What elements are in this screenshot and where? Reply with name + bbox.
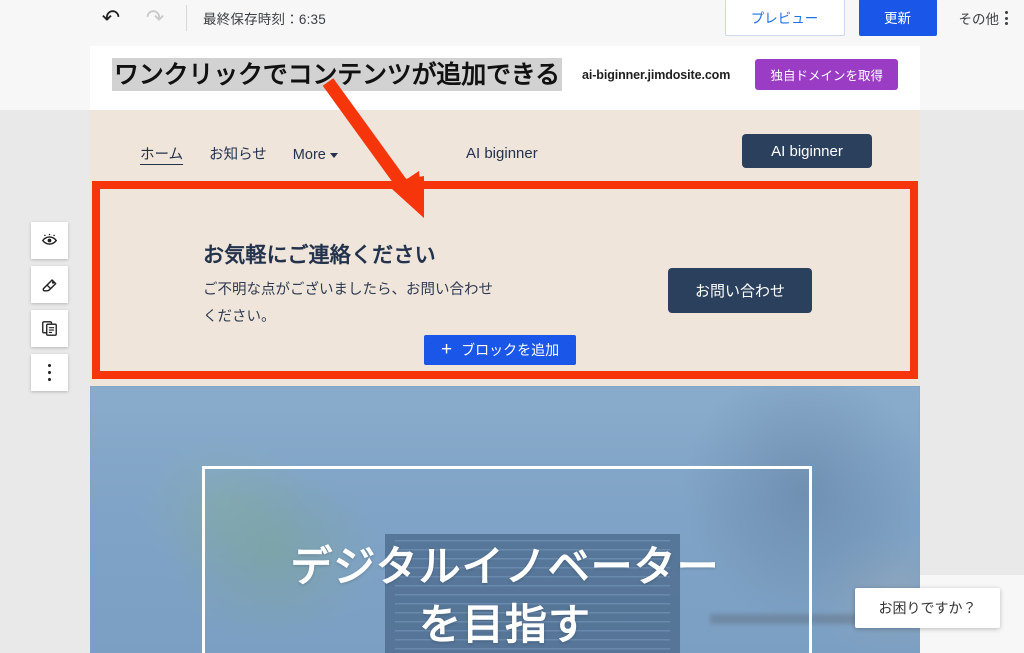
get-custom-domain-button[interactable]: 独自ドメインを取得 — [755, 59, 898, 90]
nav-item-home[interactable]: ホーム — [140, 143, 183, 164]
more-menu-label: その他 — [958, 12, 1000, 27]
right-gutter — [920, 110, 1024, 575]
style-palette-button[interactable] — [31, 266, 68, 303]
chevron-down-icon — [329, 152, 338, 158]
redo-arrow-icon[interactable]: ↷ — [140, 3, 170, 33]
nav-item-more[interactable]: More — [293, 147, 338, 163]
toolbar-divider — [186, 5, 187, 31]
site-url-label: ai-biginner.jimdosite.com — [582, 68, 731, 82]
more-vertical-icon — [1005, 11, 1008, 25]
element-tool-rail — [31, 222, 68, 398]
add-block-label: ブロックを追加 — [461, 342, 560, 358]
nav-item-news[interactable]: お知らせ — [209, 143, 267, 164]
nav-item-more-label: More — [292, 147, 326, 163]
contact-description: ご不明な点がございましたら、お問い合わせください。 — [203, 282, 493, 325]
hero-headline-line2: を目指す — [418, 601, 591, 648]
more-options-button[interactable] — [31, 354, 68, 391]
plus-icon: + — [441, 338, 453, 360]
undo-arrow-icon[interactable]: ↶ — [96, 3, 126, 33]
site-brand-button[interactable]: AI biginner — [742, 134, 872, 168]
domain-bar: ワンクリックでコンテンツが追加できる ai-biginner.jimdosite… — [90, 46, 920, 110]
site-preview-canvas: ワンクリックでコンテンツが追加できる ai-biginner.jimdosite… — [90, 46, 920, 653]
eye-preview-icon — [41, 233, 58, 245]
contact-button[interactable]: お問い合わせ — [668, 268, 812, 313]
last-saved-label: 最終保存時刻：6:35 — [203, 12, 326, 27]
editor-screen: ↶ ↷ 最終保存時刻：6:35 プレビュー 更新 その他 ワンクリックでコンテン… — [0, 0, 1024, 653]
tutorial-callout-title: ワンクリックでコンテンツが追加できる — [112, 58, 562, 91]
hero-headline-line1: デジタルイノベーター — [290, 543, 720, 590]
hero-section: デジタルイノベーター を目指す — [90, 386, 920, 653]
color-palette-icon — [42, 278, 56, 292]
duplicate-button[interactable] — [31, 310, 68, 347]
left-gutter-top — [0, 36, 90, 110]
help-widget-button[interactable]: お困りですか？ — [855, 588, 1000, 628]
contact-title: お気軽にご連絡ください — [203, 244, 436, 267]
right-gutter-top — [920, 36, 1024, 110]
more-menu-button[interactable]: その他 — [958, 8, 1008, 28]
duplicate-copy-icon — [42, 321, 57, 336]
site-nav: ホーム お知らせ More — [140, 143, 338, 164]
site-brand-name: AI biginner — [466, 145, 538, 162]
toolbar-actions: プレビュー 更新 その他 — [724, 0, 1024, 36]
hero-headline: デジタルイノベーター を目指す — [90, 538, 920, 653]
preview-button[interactable]: プレビュー — [724, 0, 845, 36]
add-block-button[interactable]: + ブロックを追加 — [424, 335, 577, 365]
update-button[interactable]: 更新 — [858, 0, 937, 36]
preview-eye-button[interactable] — [31, 222, 68, 259]
editor-toolbar: ↶ ↷ 最終保存時刻：6:35 プレビュー 更新 その他 — [0, 0, 1024, 36]
more-vertical-icon — [47, 363, 52, 382]
